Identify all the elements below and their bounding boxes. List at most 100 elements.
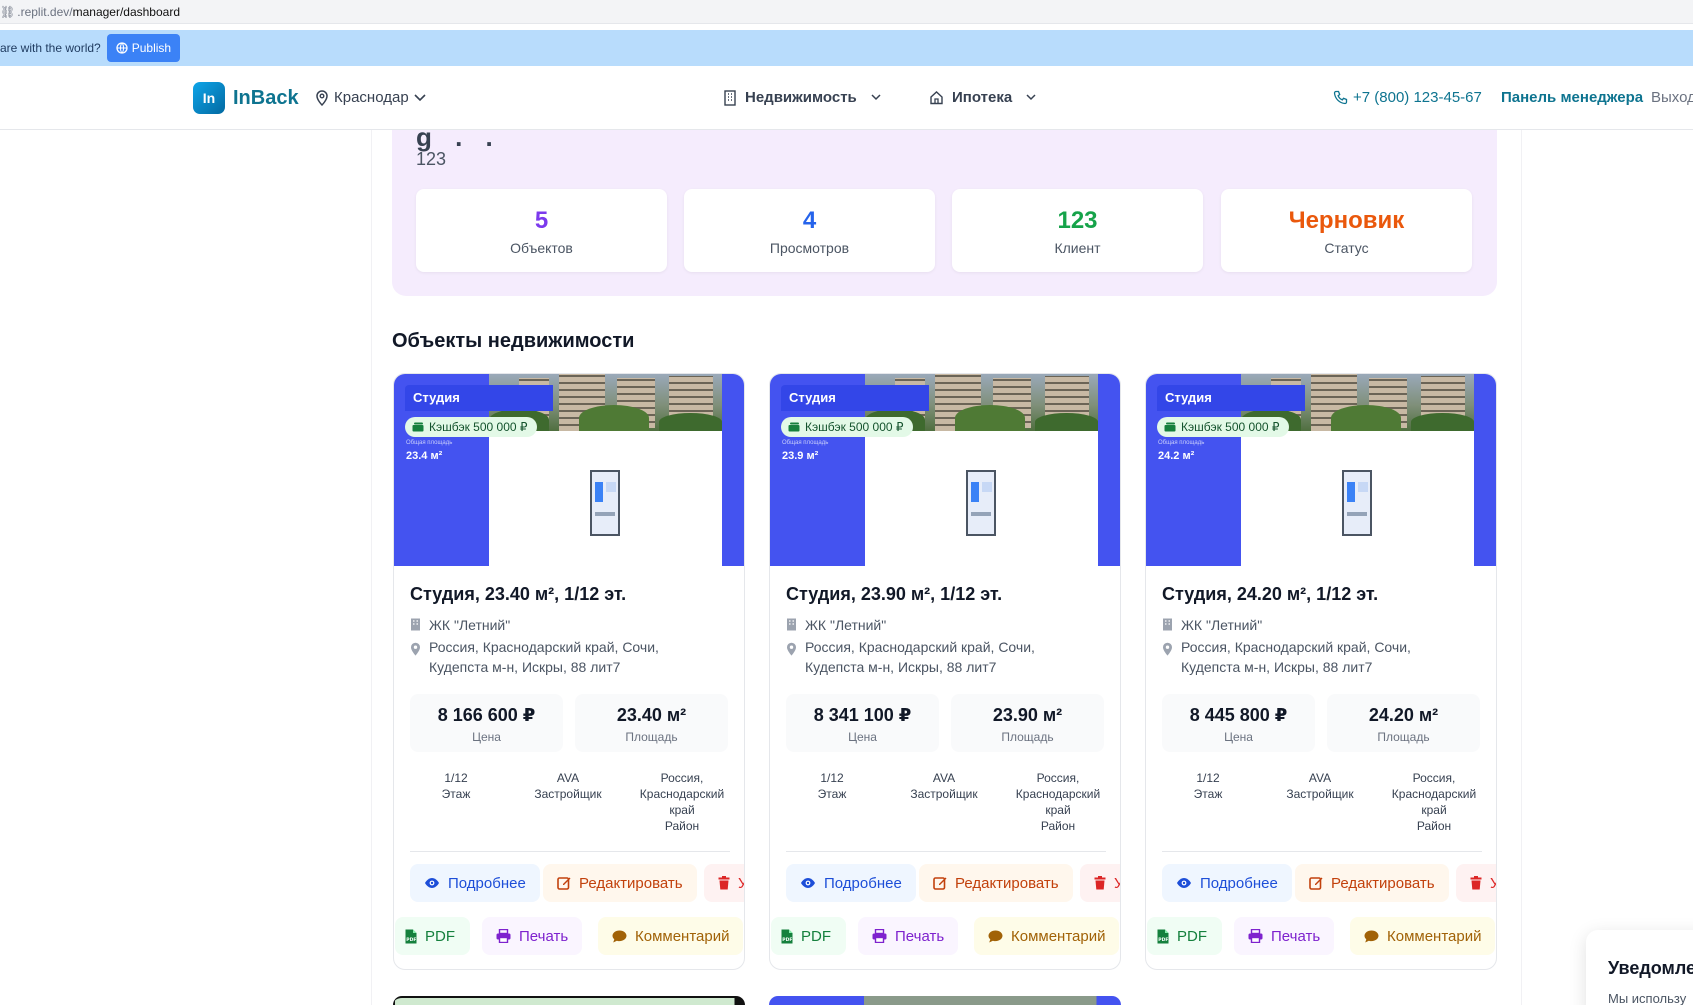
edit-label: Редактировать bbox=[579, 874, 683, 892]
logo[interactable]: In InBack bbox=[193, 82, 299, 114]
stat-views: 4 Просмотров bbox=[684, 189, 935, 272]
type-tag: Студия bbox=[1157, 385, 1305, 411]
floor-value: 1/12 bbox=[820, 771, 844, 785]
cashback-text: Кэшбэк 500 000 ₽ bbox=[429, 420, 528, 434]
delete-button[interactable]: У bbox=[1456, 864, 1496, 902]
details-label: Подробнее bbox=[448, 874, 526, 892]
notification-body: Мы использу bbox=[1608, 991, 1687, 1005]
phone-icon bbox=[1333, 90, 1348, 105]
property-card[interactable]: Общая площадь 23.4 м² Студия Кэшбэк 500 … bbox=[393, 373, 745, 970]
district-line2: Краснодарский bbox=[1391, 787, 1477, 801]
stat-value: Черновик bbox=[1288, 207, 1405, 234]
details-button[interactable]: Подробнее bbox=[1162, 864, 1292, 902]
key-figures: 8 445 800 ₽ Цена 24.20 м² Площадь bbox=[1162, 694, 1480, 752]
url-prefix: .replit.dev/ bbox=[17, 4, 73, 19]
complex-row: ЖК "Летний" bbox=[410, 615, 510, 635]
phone-link[interactable]: +7 (800) 123-45-67 bbox=[1333, 89, 1482, 106]
edit-button[interactable]: Редактировать bbox=[543, 864, 697, 902]
floor-info: 1/12 Этаж bbox=[802, 770, 862, 802]
district-line3: край bbox=[1045, 803, 1071, 817]
details-label: Подробнее bbox=[824, 874, 902, 892]
property-card[interactable]: Общая площадь 24.2 м² Студия Кэшбэк 500 … bbox=[1145, 373, 1497, 970]
browser-url-bar[interactable]: ⛓ .replit.dev/manager/dashboard bbox=[0, 0, 1693, 24]
comment-button[interactable]: Комментарий bbox=[598, 917, 744, 955]
property-image[interactable]: Общая площадь 24.2 м² Студия Кэшбэк 500 … bbox=[1146, 374, 1496, 566]
content-edge-right bbox=[1521, 130, 1522, 1005]
print-button[interactable]: Печать bbox=[482, 917, 583, 955]
notification-popup[interactable]: Уведомле Мы использу bbox=[1586, 930, 1693, 1005]
print-button[interactable]: Печать bbox=[1234, 917, 1335, 955]
globe-icon bbox=[116, 42, 128, 54]
comment-icon bbox=[612, 930, 627, 943]
district-info: Россия, Краснодарский край Район bbox=[630, 770, 734, 834]
city-selector[interactable]: Краснодар bbox=[315, 89, 426, 106]
complex-name: ЖК "Летний" bbox=[1181, 617, 1263, 633]
property-card-partial[interactable] bbox=[769, 996, 1121, 1005]
url-path: manager/dashboard bbox=[72, 4, 181, 19]
image-area-value: 24.2 м² bbox=[1158, 450, 1195, 462]
details-label: Подробнее bbox=[1200, 874, 1278, 892]
manager-panel-link[interactable]: Панель менеджера bbox=[1501, 89, 1643, 106]
floor-label: Этаж bbox=[817, 787, 847, 801]
trash-icon bbox=[1094, 876, 1106, 890]
developer-value: AVA bbox=[1308, 771, 1332, 785]
publish-button[interactable]: Publish bbox=[106, 34, 181, 62]
edit-button[interactable]: Редактировать bbox=[919, 864, 1073, 902]
file-pdf-icon: PDF bbox=[781, 929, 793, 944]
floor-plan-image bbox=[1342, 470, 1372, 536]
edit-label: Редактировать bbox=[955, 874, 1059, 892]
delete-button[interactable]: У bbox=[1080, 864, 1120, 902]
comment-button[interactable]: Комментарий bbox=[1350, 917, 1496, 955]
manager-summary-panel: g . . 123 5 Объектов 4 Просмотров 123 Кл… bbox=[392, 122, 1497, 296]
print-button[interactable]: Печать bbox=[858, 917, 959, 955]
pdf-button[interactable]: PDF PDF bbox=[771, 917, 846, 955]
svg-text:PDF: PDF bbox=[406, 937, 416, 943]
property-title[interactable]: Студия, 23.40 м², 1/12 эт. bbox=[410, 584, 626, 605]
cashback-badge: Кэшбэк 500 000 ₽ bbox=[1157, 417, 1289, 437]
stat-value: 4 bbox=[802, 207, 817, 234]
nav-mortgage[interactable]: Ипотека bbox=[929, 89, 1036, 106]
property-card-partial[interactable] bbox=[393, 996, 745, 1005]
address-line1: Россия, Краснодарский край, Сочи, bbox=[805, 639, 1035, 655]
details-button[interactable]: Подробнее bbox=[786, 864, 916, 902]
image-area-value: 23.4 м² bbox=[406, 450, 443, 462]
area-value: 23.90 м² bbox=[992, 705, 1063, 725]
printer-icon bbox=[1248, 929, 1263, 943]
area-box: 23.40 м² Площадь bbox=[575, 694, 728, 752]
address-row: Россия, Краснодарский край, Сочи, Кудепс… bbox=[1162, 637, 1411, 677]
logo-mark: In bbox=[193, 82, 225, 114]
delete-label: У bbox=[738, 875, 744, 892]
property-card[interactable]: Общая площадь 23.9 м² Студия Кэшбэк 500 … bbox=[769, 373, 1121, 970]
nav-real-estate-label: Недвижимость bbox=[745, 89, 857, 106]
comment-icon bbox=[988, 930, 1003, 943]
image-area-value: 23.9 м² bbox=[782, 450, 819, 462]
property-image[interactable]: Общая площадь 23.9 м² Студия Кэшбэк 500 … bbox=[770, 374, 1120, 566]
details-button[interactable]: Подробнее bbox=[410, 864, 540, 902]
property-image[interactable]: Общая площадь 23.4 м² Студия Кэшбэк 500 … bbox=[394, 374, 744, 566]
building-icon bbox=[1162, 618, 1173, 635]
complex-row: ЖК "Летний" bbox=[1162, 615, 1262, 635]
pdf-label: PDF bbox=[1177, 927, 1207, 945]
edit-label: Редактировать bbox=[1331, 874, 1435, 892]
district-line1: Россия, bbox=[1036, 771, 1080, 785]
property-title[interactable]: Студия, 24.20 м², 1/12 эт. bbox=[1162, 584, 1378, 605]
section-title: Объекты недвижимости bbox=[392, 330, 635, 352]
edit-button[interactable]: Редактировать bbox=[1295, 864, 1449, 902]
card-divider bbox=[410, 851, 730, 852]
image-area-caption: Общая площадь bbox=[1158, 440, 1205, 446]
district-line1: Россия, bbox=[660, 771, 704, 785]
pdf-button[interactable]: PDF PDF bbox=[395, 917, 470, 955]
price-box: 8 341 100 ₽ Цена bbox=[786, 694, 939, 752]
address-line2: Кудепста м-н, Искры, 88 лит7 bbox=[1181, 659, 1373, 675]
delete-button[interactable]: У bbox=[704, 864, 744, 902]
building-icon bbox=[786, 618, 797, 635]
building-icon bbox=[723, 89, 737, 106]
city-label: Краснодар bbox=[334, 89, 409, 106]
area-label: Площадь bbox=[1377, 730, 1430, 744]
property-title[interactable]: Студия, 23.90 м², 1/12 эт. bbox=[786, 584, 1002, 605]
comment-button[interactable]: Комментарий bbox=[974, 917, 1120, 955]
nav-real-estate[interactable]: Недвижимость bbox=[723, 89, 881, 106]
logout-link[interactable]: Выход bbox=[1651, 89, 1693, 106]
price-value: 8 166 600 ₽ bbox=[437, 705, 536, 725]
pdf-button[interactable]: PDF PDF bbox=[1147, 917, 1222, 955]
